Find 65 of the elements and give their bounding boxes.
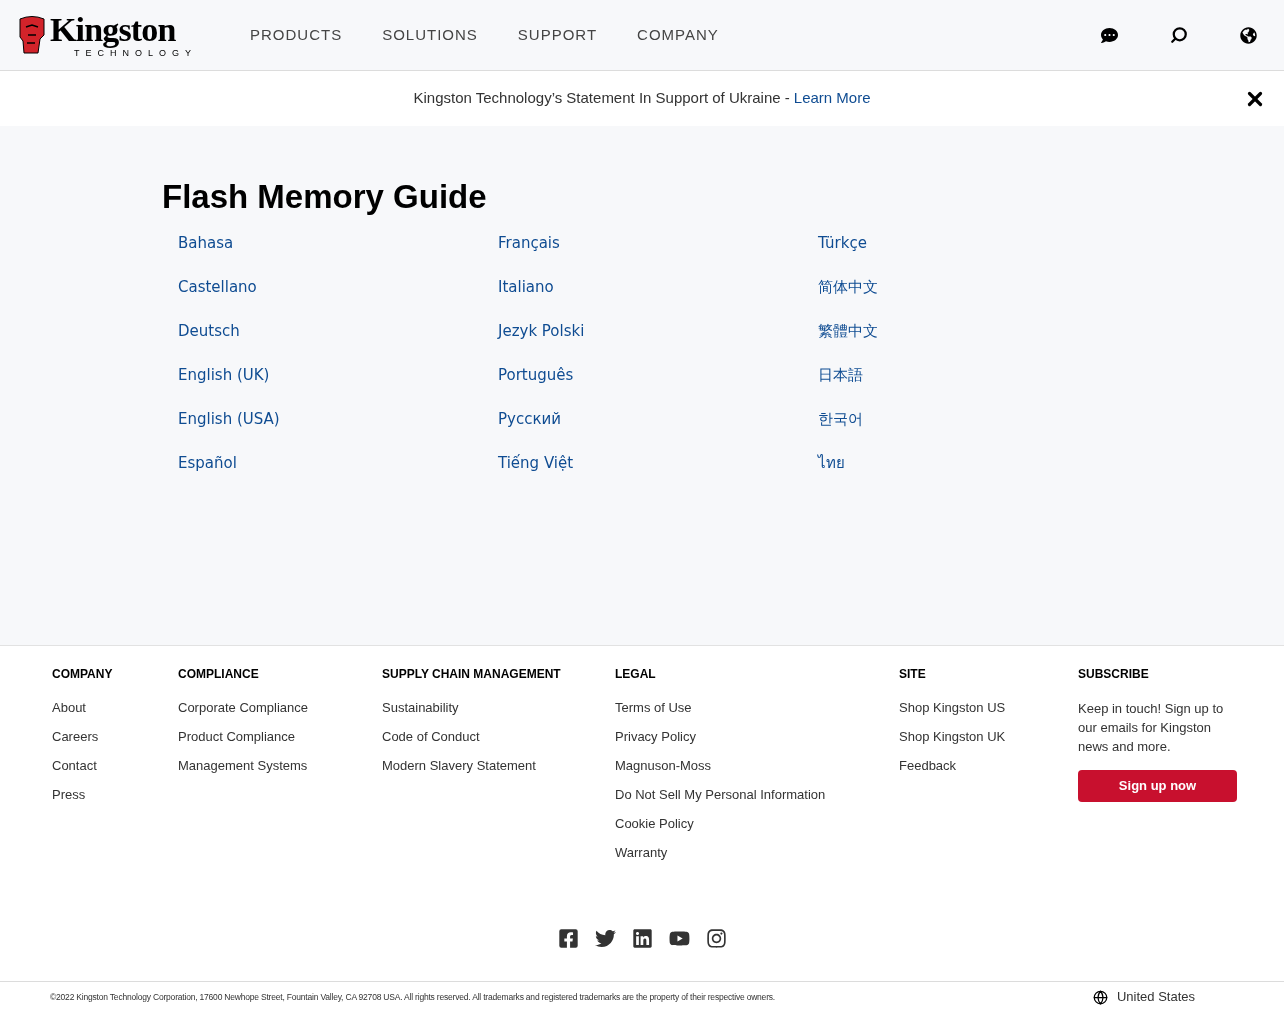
language-link[interactable]: Castellano bbox=[178, 276, 257, 298]
subscribe-text: Keep in touch! Sign up to our emails for Kingston news and more. bbox=[1078, 700, 1225, 756]
instagram-icon[interactable] bbox=[705, 928, 727, 949]
footer-heading: SUBSCRIBE bbox=[1078, 666, 1150, 682]
logo-tagline: TECHNOLOGY bbox=[74, 48, 197, 58]
footer-link[interactable]: Sustainability bbox=[382, 693, 459, 722]
nav-link[interactable]: COMPANY bbox=[637, 23, 719, 47]
language-link[interactable]: Español bbox=[178, 452, 237, 474]
nav-link[interactable]: SOLUTIONS bbox=[382, 23, 478, 47]
learn-more-link[interactable]: Learn More bbox=[793, 87, 871, 110]
footer-link[interactable]: Privacy Policy bbox=[615, 722, 696, 751]
footer-heading: SITE bbox=[899, 666, 927, 682]
language-link[interactable]: Italiano bbox=[498, 276, 554, 298]
footer-link[interactable]: Shop Kingston US bbox=[899, 693, 1006, 722]
footer-link[interactable]: Cookie Policy bbox=[615, 809, 694, 838]
language-link[interactable]: Türkçe bbox=[818, 232, 867, 254]
footer-link[interactable]: Corporate Compliance bbox=[178, 693, 309, 722]
facebook-icon[interactable] bbox=[557, 928, 579, 949]
footer-link[interactable]: Code of Conduct bbox=[382, 722, 480, 751]
language-link[interactable]: Tiếng Việt bbox=[498, 452, 574, 474]
footer-heading: COMPLIANCE bbox=[178, 666, 260, 682]
sign-up-button[interactable]: Sign up now bbox=[1078, 770, 1237, 802]
search-icon[interactable] bbox=[1170, 26, 1188, 44]
language-link[interactable]: Русский bbox=[498, 408, 561, 430]
language-link[interactable]: Français bbox=[498, 232, 560, 254]
footer-link[interactable]: Terms of Use bbox=[615, 693, 692, 722]
footer-heading: SUPPLY CHAIN MANAGEMENT bbox=[382, 666, 562, 682]
linkedin-icon[interactable] bbox=[631, 928, 653, 949]
globe-icon[interactable] bbox=[1092, 989, 1108, 1005]
footer-link[interactable]: Press bbox=[52, 780, 86, 809]
page-title: Flash Memory Guide bbox=[162, 178, 488, 216]
footer-link[interactable]: Warranty bbox=[615, 838, 668, 867]
footer-heading: COMPANY bbox=[52, 666, 114, 682]
footer-link[interactable]: About bbox=[52, 693, 86, 722]
footer-link[interactable]: Product Compliance bbox=[178, 722, 296, 751]
footer-link[interactable]: Do Not Sell My Personal Information bbox=[615, 780, 826, 809]
chat-icon[interactable] bbox=[1101, 26, 1118, 44]
footer-link[interactable]: Modern Slavery Statement bbox=[382, 751, 536, 780]
logo-head-icon bbox=[18, 15, 46, 55]
footer-link[interactable]: Contact bbox=[52, 751, 97, 780]
language-link[interactable]: 简体中文 bbox=[818, 276, 878, 298]
language-link[interactable]: 日本語 bbox=[818, 364, 863, 386]
footer-heading: LEGAL bbox=[615, 666, 657, 682]
language-link[interactable]: Deutsch bbox=[178, 320, 240, 342]
globe-icon[interactable] bbox=[1240, 26, 1257, 44]
language-link[interactable]: ไทย bbox=[818, 452, 845, 474]
nav-link[interactable]: SUPPORT bbox=[517, 23, 598, 47]
footer-link[interactable]: Management Systems bbox=[178, 751, 308, 780]
footer-link[interactable]: Magnuson-Moss bbox=[615, 751, 712, 780]
announcement-text: Kingston Technology’s Statement In Support of Ukraine - bbox=[413, 88, 790, 109]
language-link[interactable]: 繁體中文 bbox=[818, 320, 878, 342]
copyright-text: ©2022 Kingston Technology Corporation, 17600 Newhope Street, Fountain Valley, CA 92708 USA. All rights reserved. All trademarks and registered trademarks are the property of their respective owners. bbox=[50, 990, 775, 1004]
footer-link[interactable]: Careers bbox=[52, 722, 99, 751]
language-link[interactable]: Jezyk Polski bbox=[498, 320, 585, 342]
logo-wordmark[interactable]: Kingston bbox=[50, 12, 197, 48]
language-link[interactable]: Português bbox=[498, 364, 574, 386]
footer-link[interactable]: Shop Kingston UK bbox=[899, 722, 1006, 751]
nav-link[interactable]: PRODUCTS bbox=[250, 23, 343, 47]
region-selector[interactable]: United States bbox=[1116, 987, 1195, 1007]
language-link[interactable]: English (UK) bbox=[178, 364, 270, 386]
language-link[interactable]: English (USA) bbox=[178, 408, 280, 430]
footer-link[interactable]: Feedback bbox=[899, 751, 957, 780]
language-link[interactable]: Bahasa bbox=[178, 232, 234, 254]
language-link[interactable]: 한국어 bbox=[818, 408, 863, 430]
twitter-icon[interactable] bbox=[594, 928, 616, 949]
